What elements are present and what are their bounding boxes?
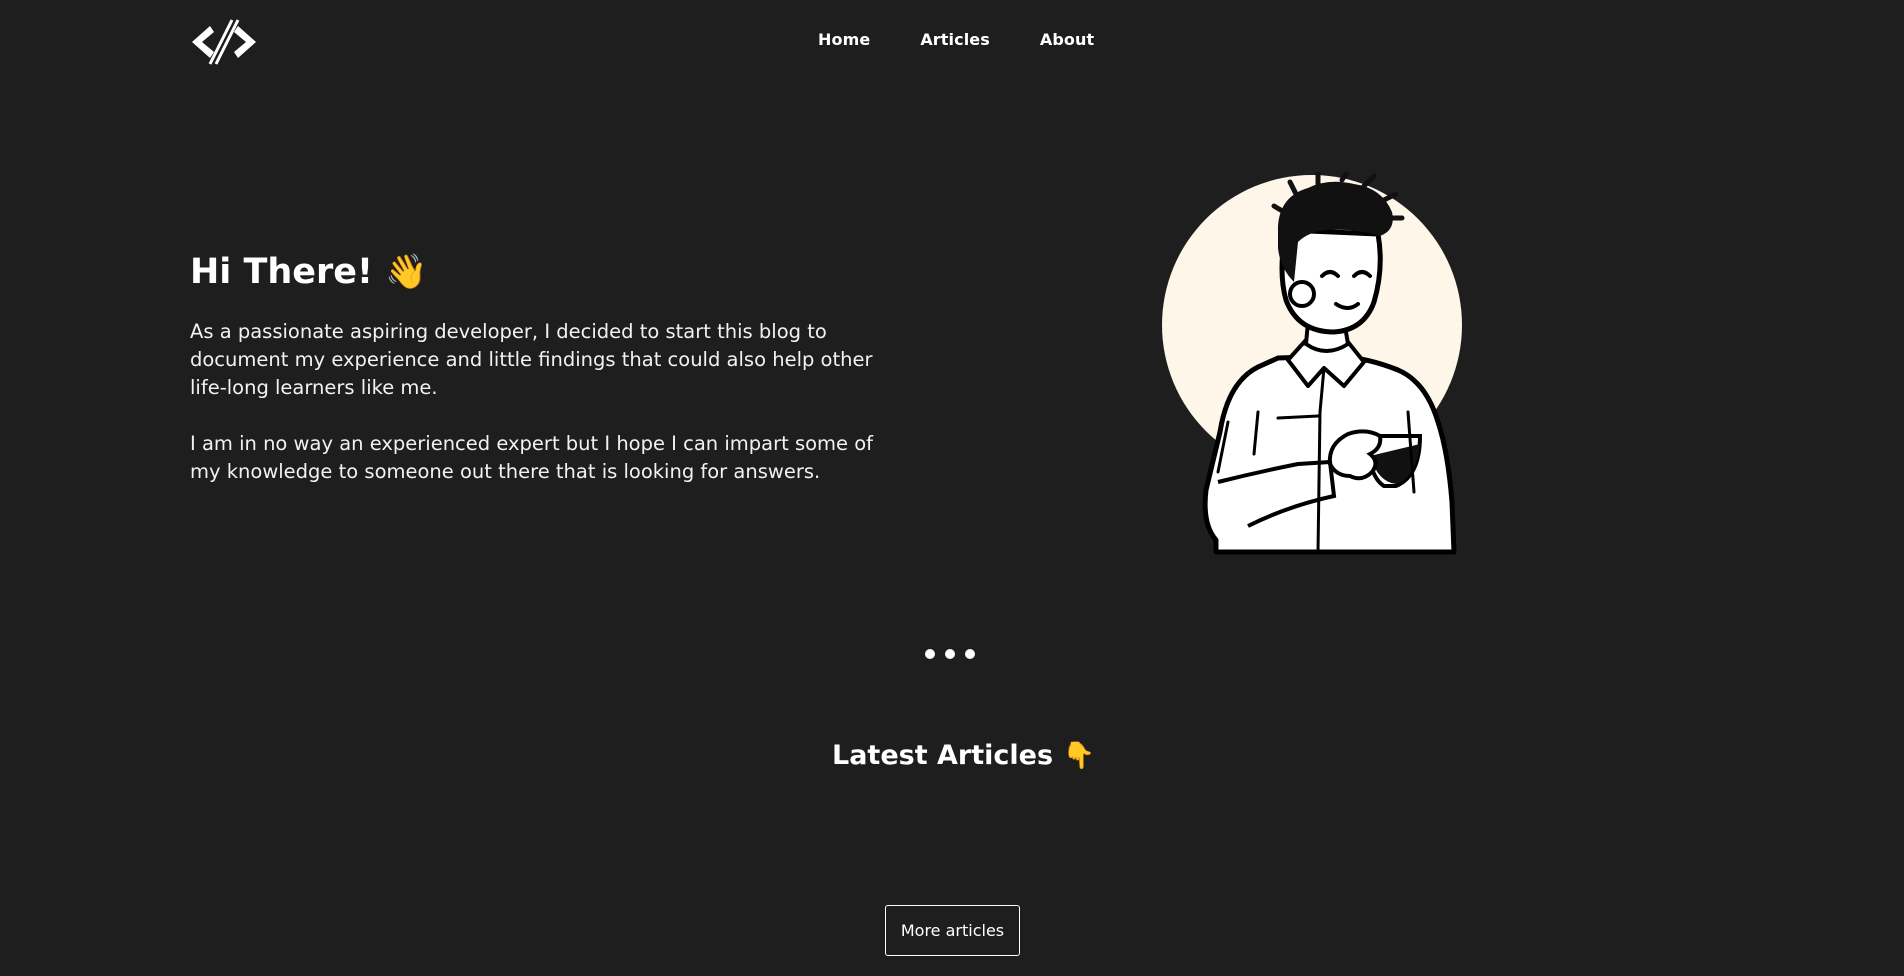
- nav-home[interactable]: Home: [818, 30, 870, 49]
- more-articles-button[interactable]: More articles: [885, 905, 1020, 956]
- hero-paragraph: As a passionate aspiring developer, I de…: [190, 320, 873, 399]
- nav-articles[interactable]: Articles: [920, 30, 990, 49]
- man-holding-coffee-illustration: [1162, 172, 1462, 555]
- pointing-down-icon: 👇: [1062, 741, 1095, 771]
- dot: [925, 649, 935, 659]
- latest-articles-inner: Latest Articles 👇: [832, 740, 1095, 771]
- dot: [945, 649, 955, 659]
- waving-hand-icon: 👋: [384, 252, 428, 292]
- dot: [965, 649, 975, 659]
- hero-title-text: Hi There!: [190, 252, 373, 292]
- nav-about[interactable]: About: [1040, 30, 1094, 49]
- latest-articles-title: Latest Articles: [832, 740, 1054, 771]
- nav-links: Home Articles About: [818, 30, 1094, 49]
- page: Home Articles About Hi There! 👋 As a pas…: [0, 0, 1904, 976]
- hero-title: Hi There! 👋: [190, 252, 427, 292]
- code-slash-logo-icon[interactable]: [188, 18, 260, 66]
- hero-description: As a passionate aspiring developer, I de…: [190, 318, 880, 486]
- three-dots-divider-icon: [925, 649, 975, 659]
- hero-paragraph: I am in no way an experienced expert but…: [190, 432, 874, 483]
